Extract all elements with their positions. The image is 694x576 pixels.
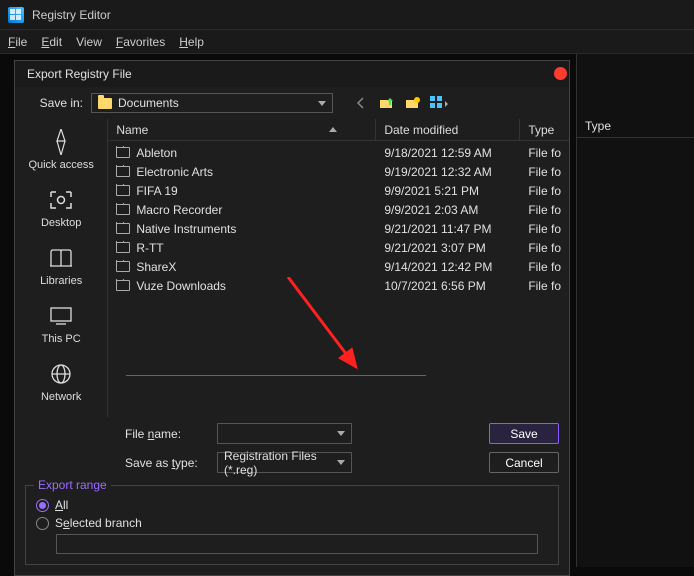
radio-icon: [36, 499, 49, 512]
menu-file[interactable]: File: [8, 35, 27, 49]
file-date: 9/18/2021 12:59 AM: [376, 146, 520, 160]
network-icon: [48, 361, 74, 387]
file-date: 9/21/2021 11:47 PM: [376, 222, 520, 236]
file-name-label: File name:: [125, 427, 209, 441]
table-row[interactable]: Ableton 9/18/2021 12:59 AMFile fo: [108, 143, 569, 162]
main-titlebar: Registry Editor: [0, 0, 694, 30]
folder-icon: [116, 280, 130, 291]
file-date: 9/9/2021 2:03 AM: [376, 203, 520, 217]
export-range-group: Export range All Selected branch: [25, 485, 559, 565]
menu-view[interactable]: View: [76, 35, 102, 49]
table-row[interactable]: ShareX 9/14/2021 12:42 PMFile fo: [108, 257, 569, 276]
file-name: Electronic Arts: [136, 165, 213, 179]
file-list[interactable]: Ableton9/18/2021 12:59 AMFile foElectron…: [108, 141, 569, 297]
file-name: Ableton: [136, 146, 177, 160]
file-name: Native Instruments: [136, 222, 236, 236]
place-this-pc[interactable]: This PC: [15, 297, 107, 353]
table-row[interactable]: R-TT 9/21/2021 3:07 PMFile fo: [108, 238, 569, 257]
sort-asc-icon: [329, 127, 337, 132]
dialog-titlebar: Export Registry File: [15, 61, 569, 87]
menu-edit[interactable]: Edit: [41, 35, 62, 49]
branch-input[interactable]: [56, 534, 538, 554]
file-name: Vuze Downloads: [136, 279, 226, 293]
folder-icon: [116, 204, 130, 215]
place-desktop[interactable]: Desktop: [15, 181, 107, 237]
folder-icon: [116, 242, 130, 253]
quick-access-icon: [48, 129, 74, 155]
menu-favorites[interactable]: Favorites: [116, 35, 165, 49]
place-libraries[interactable]: Libraries: [15, 239, 107, 295]
file-name-input[interactable]: [217, 423, 352, 444]
file-type: File fo: [520, 241, 569, 255]
table-row[interactable]: FIFA 19 9/9/2021 5:21 PMFile fo: [108, 181, 569, 200]
file-date: 9/19/2021 12:32 AM: [376, 165, 520, 179]
nav-back-icon[interactable]: [351, 93, 371, 113]
file-type: File fo: [520, 279, 569, 293]
app-title: Registry Editor: [32, 8, 111, 22]
app-icon: [8, 7, 24, 23]
radio-all[interactable]: All: [36, 498, 548, 512]
right-column-type[interactable]: Type: [577, 115, 619, 137]
file-type: File fo: [520, 260, 569, 274]
file-pane: Name Date modified Type Ableton 9/18/2021…: [107, 119, 569, 417]
file-name: R-TT: [136, 241, 163, 255]
table-row[interactable]: Vuze Downloads 10/7/2021 6:56 PMFile fo: [108, 276, 569, 295]
save-button[interactable]: Save: [489, 423, 559, 444]
file-date: 9/21/2021 3:07 PM: [376, 241, 520, 255]
right-panel: Type: [576, 54, 694, 567]
save-in-select[interactable]: Documents: [91, 93, 333, 113]
nav-view-icon[interactable]: [429, 93, 449, 113]
places-bar: Quick access Desktop Libraries This PC N…: [15, 119, 107, 417]
libraries-icon: [48, 245, 74, 271]
file-type: File fo: [520, 184, 569, 198]
nav-up-icon[interactable]: [377, 93, 397, 113]
folder-icon: [98, 98, 112, 109]
save-in-label: Save in:: [25, 96, 83, 110]
cancel-button[interactable]: Cancel: [489, 452, 559, 473]
file-type: File fo: [520, 203, 569, 217]
file-date: 9/9/2021 5:21 PM: [376, 184, 520, 198]
folder-icon: [116, 261, 130, 272]
file-name: Macro Recorder: [136, 203, 222, 217]
chevron-down-icon: [318, 101, 326, 106]
menu-help[interactable]: Help: [179, 35, 204, 49]
folder-icon: [116, 166, 130, 177]
menubar: File Edit View Favorites Help: [0, 30, 694, 54]
table-row[interactable]: Native Instruments 9/21/2021 11:47 PMFile…: [108, 219, 569, 238]
save-as-type-label: Save as type:: [125, 456, 209, 470]
column-name[interactable]: Name: [108, 119, 376, 140]
column-type[interactable]: Type: [520, 119, 569, 140]
place-network[interactable]: Network: [15, 355, 107, 411]
file-date: 10/7/2021 6:56 PM: [376, 279, 520, 293]
radio-icon: [36, 517, 49, 530]
folder-icon: [116, 223, 130, 234]
export-dialog: Export Registry File Save in: Documents: [14, 60, 570, 576]
nav-new-folder-icon[interactable]: [403, 93, 423, 113]
desktop-icon: [48, 187, 74, 213]
file-type: File fo: [520, 222, 569, 236]
file-name: ShareX: [136, 260, 176, 274]
place-quick-access[interactable]: Quick access: [15, 123, 107, 179]
save-in-value: Documents: [118, 96, 179, 110]
divider: [126, 375, 426, 376]
file-type: File fo: [520, 165, 569, 179]
folder-icon: [116, 147, 130, 158]
file-type: File fo: [520, 146, 569, 160]
chevron-down-icon: [337, 431, 345, 436]
table-row[interactable]: Electronic Arts 9/19/2021 12:32 AMFile fo: [108, 162, 569, 181]
chevron-down-icon: [337, 460, 345, 465]
export-range-legend: Export range: [34, 478, 111, 492]
annotation-dot: [554, 67, 567, 80]
table-row[interactable]: Macro Recorder 9/9/2021 2:03 AMFile fo: [108, 200, 569, 219]
radio-selected-branch[interactable]: Selected branch: [36, 516, 548, 530]
save-as-type-select[interactable]: Registration Files (*.reg): [217, 452, 352, 473]
file-date: 9/14/2021 12:42 PM: [376, 260, 520, 274]
this-pc-icon: [48, 303, 74, 329]
file-name: FIFA 19: [136, 184, 177, 198]
dialog-title: Export Registry File: [27, 67, 132, 81]
column-date[interactable]: Date modified: [376, 119, 520, 140]
folder-icon: [116, 185, 130, 196]
